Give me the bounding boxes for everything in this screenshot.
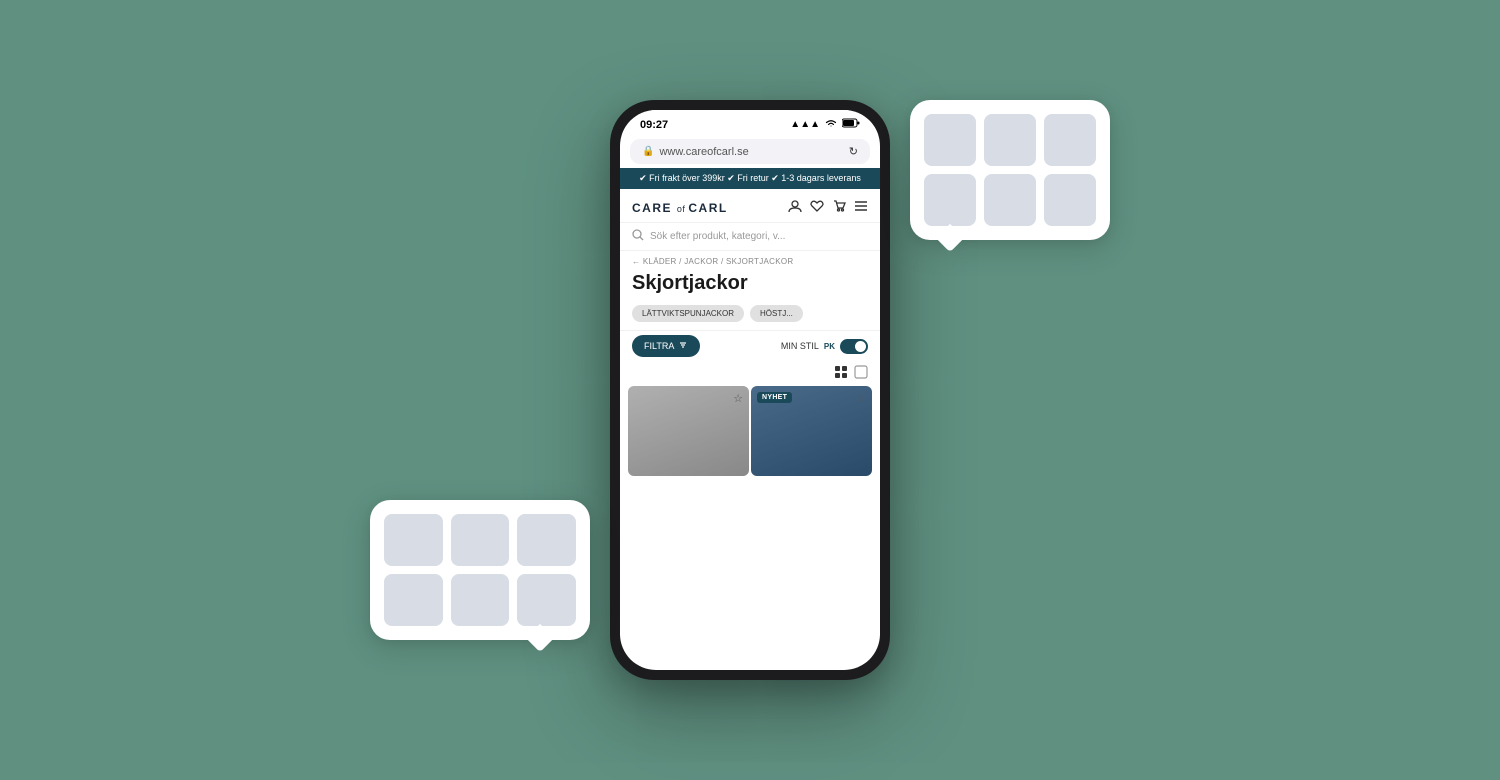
bubble-cell [517,574,576,626]
product-image-1 [628,386,749,476]
phone-shell: 09:27 ▲▲▲ [610,100,890,680]
search-icon [632,229,644,244]
status-time: 09:27 [640,119,668,131]
brand-care: CARE [632,201,677,215]
filter-button[interactable]: FILTRA [632,335,700,357]
product-card-1[interactable]: ☆ [628,386,749,476]
min-stil-label: MIN STIL [781,341,819,351]
scene: 09:27 ▲▲▲ [400,40,1100,740]
product-grid: ☆ NYHET ☆ [620,386,880,476]
status-bar: 09:27 ▲▲▲ [620,110,880,135]
lock-icon: 🔒 [642,146,654,157]
wishlist-icon-2[interactable]: ☆ [856,392,866,405]
page-title: Skjortjackor [620,270,880,301]
bubble-cell [924,114,976,166]
bubble-cell [384,574,443,626]
min-stil-toggle[interactable] [840,339,868,354]
bubble-top-right [910,100,1110,240]
min-stil-control: MIN STIL PK [781,339,868,354]
bubble-bottom-left [370,500,590,640]
breadcrumb: ← KLÄDER / JACKOR / SKJORTJACKOR [620,251,880,270]
wifi-icon [824,118,838,131]
nyhet-badge: NYHET [757,392,792,403]
site-header: CARE of CARL [620,189,880,223]
brand-carl: CARL [688,201,727,215]
toolbar: FILTRA MIN STIL PK [620,330,880,363]
bubble-grid-top [924,114,1096,226]
filter-tabs: LÄTTVIKTSPUNJACKOR HÖSTJ... [620,301,880,330]
bubble-cell [984,114,1036,166]
promo-banner: ✔ Fri frakt över 399kr ✔ Fri retur ✔ 1-3… [620,168,880,189]
bubble-cell [1044,114,1096,166]
url-text: www.careofcarl.se [659,146,748,158]
status-icons: ▲▲▲ [790,118,860,131]
view-mode [620,363,880,386]
toggle-knob [855,341,866,352]
reload-icon[interactable]: ↻ [849,145,858,158]
wishlist-header-icon[interactable] [810,199,824,216]
bubble-cell [984,174,1036,226]
bubble-grid-bottom [384,514,576,626]
header-icons [788,199,868,216]
breadcrumb-text: ← KLÄDER / JACKOR / SKJORTJACKOR [632,257,793,266]
cart-icon[interactable] [832,199,846,216]
brand-of: of [677,204,689,214]
filter-icon [678,340,688,352]
bubble-cell [451,514,510,566]
toggle-label: PK [824,342,835,351]
filter-tab-latt[interactable]: LÄTTVIKTSPUNJACKOR [632,305,744,322]
account-icon[interactable] [788,199,802,216]
bubble-cell [451,574,510,626]
bubble-cell [924,174,976,226]
list-view-icon[interactable] [854,365,868,382]
bubble-cell [517,514,576,566]
product-card-2[interactable]: NYHET ☆ [751,386,872,476]
wishlist-icon-1[interactable]: ☆ [733,392,743,405]
filter-tab-host[interactable]: HÖSTJ... [750,305,803,322]
bubble-cell [384,514,443,566]
url-bar[interactable]: 🔒 www.careofcarl.se ↻ [630,139,870,164]
promo-text: ✔ Fri frakt över 399kr ✔ Fri retur ✔ 1-3… [639,173,861,183]
search-bar[interactable]: Sök efter produkt, kategori, v... [620,223,880,251]
signal-icon: ▲▲▲ [790,119,820,130]
filter-label: FILTRA [644,341,674,351]
menu-icon[interactable] [854,199,868,216]
phone-screen: 09:27 ▲▲▲ [620,110,880,670]
search-placeholder-text: Sök efter produkt, kategori, v... [650,231,785,242]
bubble-cell [1044,174,1096,226]
brand-logo: CARE of CARL [632,201,728,215]
url-bar-left: 🔒 www.careofcarl.se [642,146,749,158]
grid-view-icon[interactable] [834,365,848,382]
battery-icon [842,118,860,131]
